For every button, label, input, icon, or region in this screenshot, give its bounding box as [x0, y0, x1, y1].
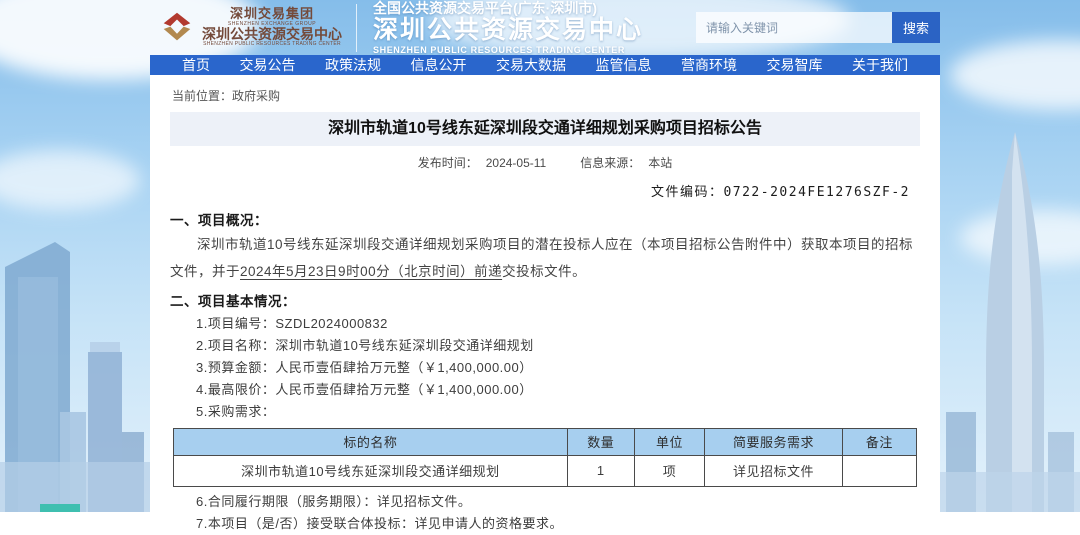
list-item-procurement-demand: 5.采购需求： — [196, 401, 920, 423]
nav-item-policies[interactable]: 政策法规 — [325, 55, 381, 75]
list-item-project-number: 1.项目编号：SZDL2024000832 — [196, 313, 920, 335]
logo-org-name: 深圳交易集团 — [202, 7, 342, 21]
nav-item-think-tank[interactable]: 交易智库 — [767, 55, 823, 75]
table-header-row: 标的名称 数量 单位 简要服务需求 备注 — [174, 428, 917, 455]
bid-deadline-text: 2024年5月23日9时00分（北京时间）前递 — [240, 264, 502, 279]
overview-paragraph: 深圳市轨道10号线东延深圳段交通详细规划采购项目的潜在投标人应在（本项目招标公告… — [170, 232, 920, 285]
source-value: 本站 — [648, 156, 672, 170]
col-header-subject-name: 标的名称 — [174, 428, 568, 455]
file-code: 文件编码：0722-2024FE1276SZF-2 — [170, 175, 920, 204]
nav-item-supervision[interactable]: 监管信息 — [596, 55, 652, 75]
site-title: 深圳公共资源交易中心 — [373, 16, 643, 45]
logo-text-block: 深圳交易集团 SHENZHEN EXCHANGE GROUP 深圳公共资源交易中… — [202, 7, 342, 48]
col-header-service-requirements: 简要服务需求 — [705, 428, 842, 455]
site-title-block: 全国公共资源交易平台(广东·深圳市) 深圳公共资源交易中心 SHENZHEN P… — [373, 0, 643, 55]
search-box: 搜索 — [696, 12, 940, 43]
list-item-consortium-bidding: 7.本项目（是/否）接受联合体投标：详见申请人的资格要求。 — [196, 513, 920, 535]
cell-subject-name: 深圳市轨道10号线东延深圳段交通详细规划 — [174, 455, 568, 486]
logo-center-name-en: SHENZHEN PUBLIC RESOURCES TRADING CENTER — [202, 42, 342, 48]
nav-item-info-disclosure[interactable]: 信息公开 — [411, 55, 467, 75]
city-skyline-right-image — [940, 112, 1080, 512]
cloud-decoration — [950, 40, 1080, 110]
file-code-value: 0722-2024FE1276SZF-2 — [723, 185, 910, 200]
breadcrumb-label: 当前位置： — [172, 89, 232, 103]
cell-service-requirements: 详见招标文件 — [705, 455, 842, 486]
cell-remarks — [842, 455, 916, 486]
announcement-meta: 发布时间： 2024-05-11 信息来源： 本站 — [170, 146, 920, 175]
publish-time-label: 发布时间： — [418, 156, 478, 170]
basic-info-list: 1.项目编号：SZDL2024000832 2.项目名称：深圳市轨道10号线东延… — [196, 313, 920, 423]
nav-item-trade-announcements[interactable]: 交易公告 — [240, 55, 296, 75]
logo-center-name: 深圳公共资源交易中心 — [202, 27, 342, 42]
exchange-group-logo-icon — [158, 9, 196, 47]
list-item-contract-period: 6.合同履行期限（服务期限）：详见招标文件。 — [196, 491, 920, 513]
nav-item-big-data[interactable]: 交易大数据 — [496, 55, 566, 75]
section-heading-overview: 一、项目概况： — [170, 204, 920, 232]
city-skyline-left-image — [0, 182, 150, 512]
content-panel: 当前位置：政府采购 深圳市轨道10号线东延深圳段交通详细规划采购项目招标公告 发… — [150, 75, 940, 535]
list-item-project-name: 2.项目名称：深圳市轨道10号线东延深圳段交通详细规划 — [196, 335, 920, 357]
breadcrumb: 当前位置：政府采购 — [170, 85, 920, 112]
basic-info-list-continued: 6.合同履行期限（服务期限）：详见招标文件。 7.本项目（是/否）接受联合体投标… — [196, 491, 920, 535]
table-row: 深圳市轨道10号线东延深圳段交通详细规划 1 项 详见招标文件 — [174, 455, 917, 486]
main-navigation: 首页 交易公告 政策法规 信息公开 交易大数据 监管信息 营商环境 交易智库 关… — [150, 55, 940, 75]
publish-time-value: 2024-05-11 — [486, 156, 547, 170]
section-heading-basic-info: 二、项目基本情况： — [170, 285, 920, 313]
source-label: 信息来源： — [580, 156, 640, 170]
platform-title: 全国公共资源交易平台(广东·深圳市) — [373, 0, 643, 16]
col-header-remarks: 备注 — [842, 428, 916, 455]
site-title-en: SHENZHEN PUBLIC RESOURCES TRADING CENTER — [373, 45, 643, 55]
list-item-max-price: 4.最高限价：人民币壹佰肆拾万元整（￥1,400,000.00） — [196, 379, 920, 401]
procurement-table: 标的名称 数量 单位 简要服务需求 备注 深圳市轨道10号线东延深圳段交通详细规… — [173, 428, 917, 487]
cell-quantity: 1 — [567, 455, 634, 486]
cell-unit: 项 — [634, 455, 705, 486]
header-divider — [356, 4, 357, 52]
search-button[interactable]: 搜索 — [892, 12, 940, 43]
file-code-label: 文件编码： — [651, 185, 724, 200]
list-item-budget: 3.预算金额：人民币壹佰肆拾万元整（￥1,400,000.00） — [196, 357, 920, 379]
search-input[interactable] — [696, 12, 892, 43]
col-header-unit: 单位 — [634, 428, 705, 455]
page-column: 深圳交易集团 SHENZHEN EXCHANGE GROUP 深圳公共资源交易中… — [150, 0, 940, 512]
nav-item-about-us[interactable]: 关于我们 — [852, 55, 908, 75]
nav-item-business-environment[interactable]: 营商环境 — [681, 55, 737, 75]
col-header-quantity: 数量 — [567, 428, 634, 455]
breadcrumb-item-government-procurement[interactable]: 政府采购 — [232, 89, 280, 103]
site-logo[interactable]: 深圳交易集团 SHENZHEN EXCHANGE GROUP 深圳公共资源交易中… — [158, 7, 342, 48]
overview-text-tail: 交投标文件。 — [502, 264, 586, 279]
site-header: 深圳交易集团 SHENZHEN EXCHANGE GROUP 深圳公共资源交易中… — [150, 0, 940, 55]
announcement-title: 深圳市轨道10号线东延深圳段交通详细规划采购项目招标公告 — [170, 112, 920, 146]
nav-item-home[interactable]: 首页 — [182, 55, 210, 75]
